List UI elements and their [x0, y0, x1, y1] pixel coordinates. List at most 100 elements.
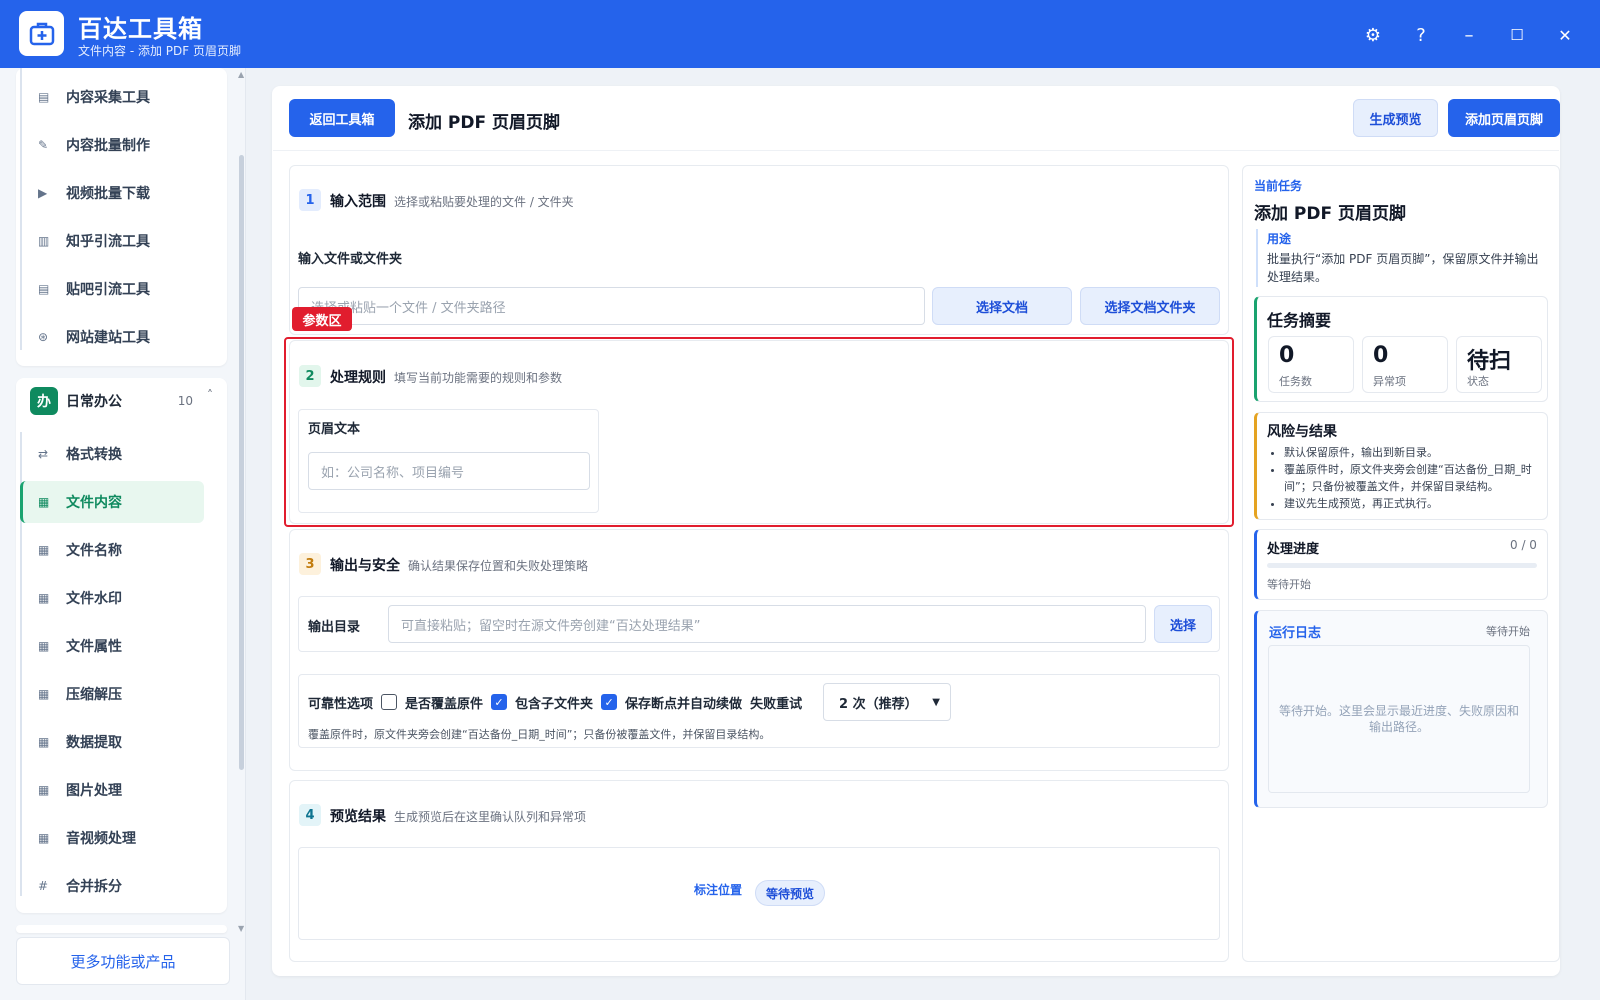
retry-value: 2 次（推荐） [839, 696, 918, 712]
sidebar-item-icon: ⇄ [38, 447, 49, 461]
section-desc: 填写当前功能需要的规则和参数 [394, 371, 563, 385]
sidebar-item-icon: ▤ [38, 90, 50, 104]
stat-label: 状态 [1467, 375, 1489, 388]
purpose-text: 批量执行“添加 PDF 页眉页脚”，保留原文件并输出处理结果。 [1267, 252, 1539, 284]
overwrite-label: 是否覆盖原件 [405, 696, 484, 712]
sidebar-item-label: 格式转换 [66, 447, 122, 463]
section-number: 3 [299, 553, 321, 575]
stat-value: 0 [1373, 343, 1389, 368]
sidebar-item-label: 内容采集工具 [66, 90, 150, 106]
sidebar-item-label: 音视频处理 [66, 831, 136, 847]
sidebar-item[interactable]: # 合并拆分 [20, 865, 204, 907]
subfolder-checkbox[interactable]: ✓ [491, 694, 508, 710]
app-title: 百达工具箱 [78, 15, 203, 43]
sidebar-item-icon: ▤ [38, 282, 50, 296]
sidebar-item-label: 网站建站工具 [66, 330, 150, 346]
sidebar-item-icon: ▦ [38, 783, 50, 797]
sidebar-item[interactable]: ▶ 视频批量下载 [20, 172, 204, 214]
scroll-up-icon[interactable]: ▲ [238, 70, 244, 79]
scroll-down-icon[interactable]: ▼ [238, 924, 244, 933]
sidebar-scrollbar[interactable] [239, 155, 244, 770]
resume-label: 保存断点并自动续做 [625, 696, 743, 712]
param-area-tag: 参数区 [292, 307, 352, 331]
sidebar-item-label: 数据提取 [66, 735, 122, 751]
sidebar-item[interactable]: ✎ 内容批量制作 [20, 124, 204, 166]
select-folder-button[interactable]: 选择文档文件夹 [1080, 287, 1220, 325]
subfolder-label: 包含子文件夹 [515, 696, 594, 712]
sidebar-item[interactable]: ▦ 压缩解压 [20, 673, 204, 715]
sidebar-item-label: 图片处理 [66, 783, 122, 799]
sidebar-item[interactable]: ▦ 文件名称 [20, 529, 204, 571]
sidebar-item[interactable]: ⊛ 网站建站工具 [20, 316, 204, 358]
purpose-label: 用途 [1267, 232, 1292, 246]
sidebar-item-icon: ▦ [38, 495, 50, 509]
resume-checkbox[interactable]: ✓ [601, 694, 618, 710]
current-task-label: 当前任务 [1254, 179, 1303, 193]
sidebar-item[interactable]: ▦ 音视频处理 [20, 817, 204, 859]
section-number: 2 [299, 365, 321, 387]
help-icon[interactable]: ? [1406, 20, 1436, 50]
maximize-icon[interactable]: ☐ [1502, 20, 1532, 50]
sidebar-item[interactable]: ▦ 文件内容 [20, 481, 204, 523]
sidebar-item[interactable]: ▤ 贴吧引流工具 [20, 268, 204, 310]
sidebar-item[interactable]: ▦ 图片处理 [20, 769, 204, 811]
group-badge: 办 [30, 386, 58, 415]
retry-select[interactable]: 2 次（推荐） ▼ [823, 683, 951, 721]
app-logo-icon [19, 11, 64, 56]
generate-preview-button[interactable]: 生成预览 [1353, 99, 1438, 137]
reliability-options: 可靠性选项 是否覆盖原件 ✓ 包含子文件夹 ✓ 保存断点并自动续做 失败重试 [308, 692, 802, 712]
output-select-button[interactable]: 选择 [1154, 605, 1212, 643]
risk-item: 默认保留原件，输出到新目录。 [1284, 444, 1542, 461]
stat-value: 0 [1279, 343, 1295, 368]
back-to-toolbox-button[interactable]: 返回工具箱 [289, 99, 395, 137]
select-document-button[interactable]: 选择文档 [932, 287, 1072, 325]
sidebar-group-header[interactable]: 办 日常办公 10 ˄ [16, 378, 227, 423]
chevron-up-icon[interactable]: ˄ [207, 388, 213, 402]
sidebar-item[interactable]: ▦ 数据提取 [20, 721, 204, 763]
header-text-label: 页眉文本 [308, 422, 361, 437]
sidebar-group-next [16, 925, 227, 933]
reliability-label: 可靠性选项 [308, 696, 374, 712]
progress-status: 等待开始 [1267, 578, 1311, 591]
section-title: 输入范围 [330, 194, 386, 210]
stat-card: 0 任务数 [1268, 336, 1354, 393]
more-products-button[interactable]: 更多功能或产品 [16, 937, 230, 985]
sidebar-item-label: 知乎引流工具 [66, 234, 150, 250]
header-text-input[interactable]: 如：公司名称、项目编号 [308, 452, 590, 490]
sidebar-item-label: 文件内容 [66, 495, 122, 511]
stat-label: 异常项 [1373, 375, 1406, 388]
input-path-field[interactable]: 选择或粘贴一个文件 / 文件夹路径 [298, 287, 925, 325]
sidebar-item-icon: ▦ [38, 735, 50, 749]
sidebar-item[interactable]: ▦ 文件属性 [20, 625, 204, 667]
risk-list: 默认保留原件，输出到新目录。覆盖原件时，原文件夹旁会创建“百达备份_日期_时间”… [1284, 444, 1542, 512]
sidebar-item-icon: ✎ [38, 138, 49, 152]
sidebar-item-label: 文件名称 [66, 543, 122, 559]
sidebar-item-icon: ▶ [38, 186, 48, 200]
sidebar-item-label: 内容批量制作 [66, 138, 150, 154]
output-dir-input[interactable]: 可直接粘贴；留空时在源文件旁创建“百达处理结果” [388, 605, 1146, 643]
sidebar-item[interactable]: ▦ 文件水印 [20, 577, 204, 619]
close-icon[interactable]: ✕ [1550, 20, 1580, 50]
section-desc: 选择或粘贴要处理的文件 / 文件夹 [394, 195, 574, 209]
chevron-down-icon: ▼ [932, 696, 940, 708]
sidebar-item[interactable]: ▤ 内容采集工具 [20, 76, 204, 118]
section-desc: 确认结果保存位置和失败处理策略 [408, 559, 589, 573]
overwrite-note: 覆盖原件时，原文件夹旁会创建“百达备份_日期_时间”；只备份被覆盖文件，并保留目… [308, 728, 771, 741]
sidebar-item-label: 视频批量下载 [66, 186, 150, 202]
page-title: 添加 PDF 页眉页脚 [408, 113, 561, 133]
overwrite-checkbox[interactable] [381, 694, 398, 710]
section-number: 1 [299, 189, 321, 211]
section-desc: 生成预览后在这里确认队列和异常项 [394, 810, 587, 824]
sidebar-item[interactable]: ▥ 知乎引流工具 [20, 220, 204, 262]
settings-gear-icon[interactable]: ⚙ [1358, 20, 1388, 50]
add-header-footer-button[interactable]: 添加页眉页脚 [1448, 99, 1560, 137]
sidebar-item-label: 合并拆分 [66, 879, 122, 895]
sidebar-item-icon: # [38, 879, 49, 893]
sidebar-item[interactable]: ⇄ 格式转换 [20, 433, 204, 475]
marker-label: 标注位置 [694, 883, 743, 897]
purpose-accent-line [1256, 229, 1258, 287]
minimize-icon[interactable]: – [1454, 20, 1484, 50]
sidebar-item-icon: ⊛ [38, 330, 49, 344]
log-output[interactable]: 等待开始。这里会显示最近进度、失败原因和输出路径。 [1268, 645, 1530, 793]
section-title: 预览结果 [330, 809, 386, 825]
